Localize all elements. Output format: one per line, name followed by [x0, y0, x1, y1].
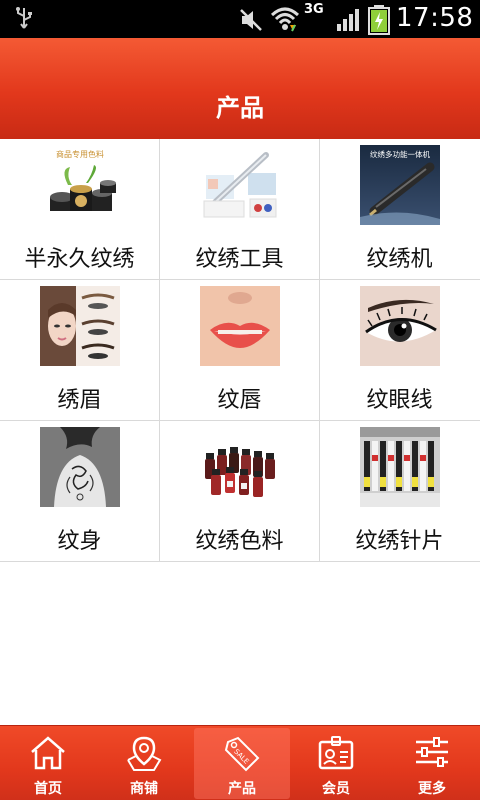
product-cell-body-tattoo[interactable]: 纹身 — [0, 421, 160, 561]
image-caption: 纹绣多功能一体机 — [370, 149, 430, 159]
lips-image — [200, 286, 280, 366]
back-tattoo-image — [40, 427, 120, 507]
product-cell-eyebrow[interactable]: 绣眉 — [0, 280, 160, 420]
product-label: 纹绣针片 — [355, 529, 444, 554]
product-label: 纹绣机 — [366, 247, 433, 272]
status-bar: 3G 17:58 — [0, 0, 480, 38]
battery-icon — [368, 5, 390, 39]
sale-tag-icon: SALE — [222, 734, 262, 772]
product-label: 纹唇 — [217, 388, 262, 413]
product-cell-needles[interactable]: 纹绣针片 — [320, 421, 480, 561]
nav-products[interactable]: SALE 产品 — [194, 728, 290, 799]
eyebrow-model-image — [40, 286, 120, 366]
nav-label: 产品 — [228, 781, 256, 797]
product-label: 半永久纹绣 — [24, 247, 135, 272]
mute-icon — [238, 7, 264, 37]
pigment-bottles-image — [200, 427, 280, 507]
tattoo-machine-image: 纹绣多功能一体机 — [360, 145, 440, 225]
product-grid: 商品专用色料 半永久纹绣 纹绣工具 纹绣多功能一体机 纹绣机 绣眉 纹唇 纹眼线… — [0, 139, 480, 562]
wifi-icon — [270, 5, 300, 37]
signal-icon — [336, 8, 362, 36]
clock: 17:58 — [396, 3, 474, 33]
product-label: 纹身 — [57, 529, 102, 554]
page-title: 产品 — [216, 94, 264, 122]
nav-label: 首页 — [34, 781, 62, 797]
nav-label: 商铺 — [130, 781, 158, 797]
nav-home[interactable]: 首页 — [0, 728, 96, 799]
tattoo-pen-kit-image — [200, 145, 280, 225]
product-cell-machine[interactable]: 纹绣多功能一体机 纹绣机 — [320, 139, 480, 279]
product-label: 纹绣色料 — [195, 529, 284, 554]
product-cell-tools[interactable]: 纹绣工具 — [160, 139, 320, 279]
map-pin-icon — [124, 734, 164, 772]
member-card-icon — [316, 734, 356, 772]
product-cell-eyeliner[interactable]: 纹眼线 — [320, 280, 480, 420]
product-label: 纹绣工具 — [195, 247, 284, 272]
product-label: 绣眉 — [57, 388, 102, 413]
svg-text:SALE: SALE — [232, 748, 250, 766]
product-cell-semi-permanent[interactable]: 商品专用色料 半永久纹绣 — [0, 139, 160, 279]
nav-label: 会员 — [322, 781, 350, 797]
product-cell-pigments[interactable]: 纹绣色料 — [160, 421, 320, 561]
image-caption: 商品专用色料 — [56, 149, 104, 159]
grid-row: 绣眉 纹唇 纹眼线 — [0, 280, 480, 421]
product-label: 纹眼线 — [366, 388, 433, 413]
settings-sliders-icon — [412, 734, 452, 772]
grid-row: 纹身 纹绣色料 纹绣针片 — [0, 421, 480, 562]
eyeliner-image — [360, 286, 440, 366]
needle-cartridges-image — [360, 427, 440, 507]
network-type: 3G — [304, 2, 324, 17]
cosmetic-jars-image: 商品专用色料 — [40, 145, 120, 225]
usb-icon — [14, 6, 34, 36]
home-icon — [28, 734, 68, 772]
product-cell-lips[interactable]: 纹唇 — [160, 280, 320, 420]
nav-label: 更多 — [418, 781, 446, 797]
nav-shops[interactable]: 商铺 — [96, 728, 192, 799]
page-header: 产品 — [0, 38, 480, 139]
nav-more[interactable]: 更多 — [384, 728, 480, 799]
grid-row: 商品专用色料 半永久纹绣 纹绣工具 纹绣多功能一体机 纹绣机 — [0, 139, 480, 280]
bottom-nav: 首页 商铺 SALE 产品 会员 更多 — [0, 725, 480, 800]
nav-member[interactable]: 会员 — [288, 728, 384, 799]
